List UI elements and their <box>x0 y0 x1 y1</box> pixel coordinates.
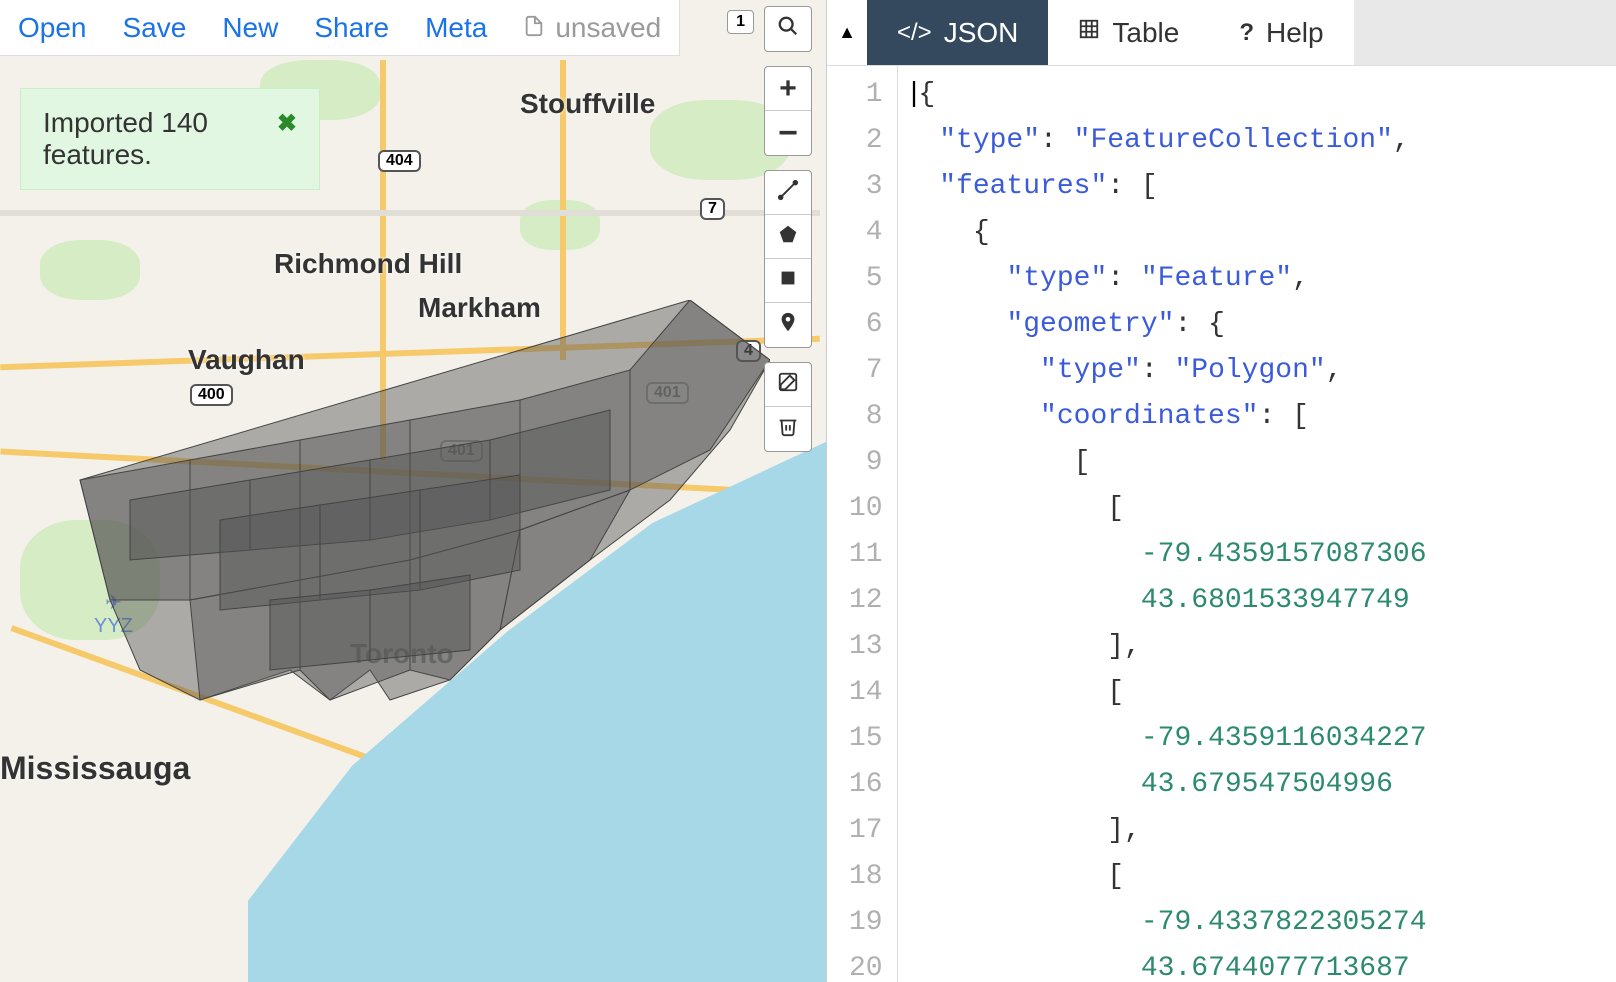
tab-bar: ▲ </> JSON Table ? Help <box>827 0 1616 66</box>
map-controls: 1 + − <box>764 6 812 452</box>
zoom-in-button[interactable]: + <box>765 67 811 111</box>
menu-new[interactable]: New <box>222 12 278 44</box>
geojson-overlay[interactable] <box>70 300 770 760</box>
table-icon <box>1078 18 1100 47</box>
menu-bar: Open Save New Share Meta unsaved <box>0 0 680 56</box>
rect-icon <box>777 267 799 295</box>
file-icon <box>523 12 545 44</box>
draw-line-button[interactable] <box>765 171 811 215</box>
menu-meta[interactable]: Meta <box>425 12 487 44</box>
tab-json[interactable]: </> JSON <box>867 0 1048 65</box>
code-icon: </> <box>897 19 932 47</box>
notice-close-button[interactable]: ✖ <box>277 109 297 138</box>
code-content[interactable]: { "type": "FeatureCollection", "features… <box>898 66 1616 982</box>
zoom-control: + − <box>764 66 812 156</box>
zoom-out-button[interactable]: − <box>765 111 811 155</box>
menu-share[interactable]: Share <box>314 12 389 44</box>
editor-pane: ▲ </> JSON Table ? Help 1234567891011121… <box>826 0 1616 982</box>
line-gutter: 1234567891011121314151617181920 <box>827 66 898 982</box>
polygon-icon <box>777 223 799 251</box>
edit-button[interactable] <box>765 363 811 407</box>
collapse-editor-button[interactable]: ▲ <box>827 0 867 65</box>
menu-save[interactable]: Save <box>123 12 187 44</box>
tab-table-label: Table <box>1112 17 1179 49</box>
line-icon <box>777 179 799 207</box>
menu-open[interactable]: Open <box>18 12 87 44</box>
edit-icon <box>777 371 799 399</box>
tab-json-label: JSON <box>944 17 1019 49</box>
notice-text: Imported 140 features. <box>43 107 267 171</box>
help-icon: ? <box>1239 19 1254 47</box>
tab-help-label: Help <box>1266 17 1324 49</box>
import-notice: Imported 140 features. ✖ <box>20 88 320 190</box>
file-status: unsaved <box>523 12 661 44</box>
draw-rect-button[interactable] <box>765 259 811 303</box>
edit-controls <box>764 362 812 452</box>
tab-help[interactable]: ? Help <box>1209 0 1353 65</box>
file-status-label: unsaved <box>555 12 661 44</box>
hwy-shield-404: 404 <box>378 150 421 172</box>
draw-controls <box>764 170 812 348</box>
search-button[interactable] <box>765 7 811 51</box>
draw-polygon-button[interactable] <box>765 215 811 259</box>
layer-badge[interactable]: 1 <box>727 10 754 34</box>
tab-table[interactable]: Table <box>1048 0 1209 65</box>
map-pane[interactable]: Stouffville Richmond Hill Markham Vaugha… <box>0 0 826 982</box>
search-icon <box>777 15 799 43</box>
trash-icon <box>777 415 799 443</box>
trash-button[interactable] <box>765 407 811 451</box>
hwy-shield-7: 7 <box>700 198 725 220</box>
code-editor[interactable]: 1234567891011121314151617181920 { "type"… <box>827 66 1616 982</box>
marker-icon <box>777 311 799 339</box>
draw-marker-button[interactable] <box>765 303 811 347</box>
